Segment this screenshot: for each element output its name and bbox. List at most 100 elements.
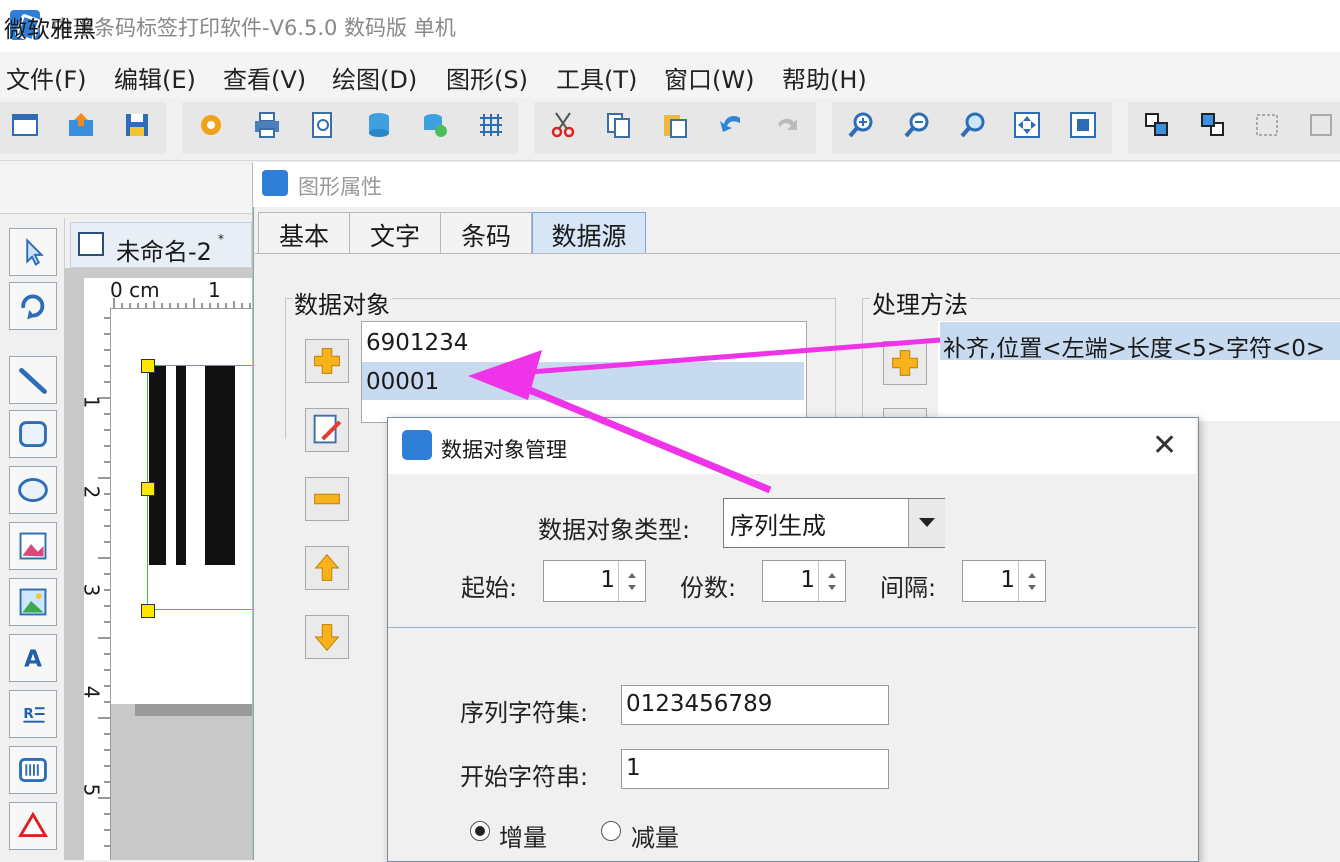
paper-shadow: [135, 704, 254, 716]
save-icon[interactable]: [122, 110, 152, 140]
zoom-icon[interactable]: [958, 110, 988, 140]
fit-page-icon[interactable]: [1012, 110, 1042, 140]
ellipse-tool-icon[interactable]: [9, 466, 57, 514]
menu-view[interactable]: 查看(V): [223, 60, 306, 95]
menu-bar: 文件(F) 编辑(E) 查看(V) 绘图(D) 图形(S) 工具(T) 窗口(W…: [0, 52, 1340, 98]
barcode-tool-icon[interactable]: [9, 746, 57, 794]
ruler-v-mark-5: 5: [79, 783, 104, 797]
barcode-bar: [149, 366, 166, 565]
settings-gear-icon[interactable]: [196, 110, 226, 140]
resize-handle-top-left[interactable]: [141, 359, 155, 373]
svg-text:A: A: [24, 647, 42, 673]
sequence-charset-label: 序列字符集:: [460, 699, 589, 727]
barcode-bar: [205, 366, 235, 565]
paste-icon[interactable]: [660, 110, 690, 140]
horizontal-ruler: 0 cm 1: [84, 278, 254, 309]
cut-icon[interactable]: [548, 110, 578, 140]
list-item[interactable]: 00001: [366, 369, 439, 395]
start-string-label: 开始字符串:: [460, 763, 589, 791]
spin-arrows-icon[interactable]: [1018, 561, 1045, 601]
undo-icon[interactable]: [716, 110, 746, 140]
increment-radio[interactable]: [470, 821, 490, 841]
menu-draw[interactable]: 绘图(D): [332, 60, 417, 95]
redo-icon[interactable]: [772, 110, 802, 140]
document-icon: [78, 232, 104, 256]
rounded-rect-tool-icon[interactable]: [9, 410, 57, 458]
dialog-divider: [388, 627, 1196, 628]
image-tool-icon[interactable]: [9, 522, 57, 570]
fit-width-icon[interactable]: [1068, 110, 1098, 140]
font-family-select[interactable]: 微软雅黑: [4, 10, 96, 44]
move-down-button[interactable]: [305, 615, 349, 659]
tab-data-source[interactable]: 数据源: [532, 212, 646, 254]
tab-basic[interactable]: 基本: [258, 212, 350, 254]
add-processing-method-button[interactable]: [883, 341, 927, 385]
interval-stepper[interactable]: 1: [962, 560, 1046, 602]
database-check-icon[interactable]: [420, 110, 450, 140]
data-object-manager-dialog: [387, 417, 1199, 862]
menu-help[interactable]: 帮助(H): [782, 60, 867, 95]
list-item[interactable]: 6901234: [366, 330, 468, 356]
print-preview-icon[interactable]: [308, 110, 338, 140]
increment-label: 增量: [499, 824, 547, 852]
database-icon[interactable]: [364, 110, 394, 140]
spin-arrows-icon[interactable]: [618, 561, 645, 601]
add-data-object-button[interactable]: [305, 339, 349, 383]
chevron-down-icon[interactable]: [908, 499, 945, 547]
open-folder-icon[interactable]: [66, 110, 96, 140]
tab-text[interactable]: 文字: [349, 212, 441, 254]
picture-tool-icon[interactable]: [9, 578, 57, 626]
move-up-button[interactable]: [305, 546, 349, 590]
properties-title-bar: [253, 162, 1340, 207]
font-bar: [0, 165, 252, 214]
window-title: 中琅条码标签打印软件-V6.5.0 数码版 单机: [52, 16, 456, 40]
interval-value: 1: [1000, 567, 1015, 593]
menu-tools[interactable]: 工具(T): [556, 60, 637, 95]
tool-palette: A R: [0, 218, 65, 860]
resize-handle-middle-left[interactable]: [141, 482, 155, 496]
bring-forward-icon[interactable]: [1142, 110, 1172, 140]
tab-barcode[interactable]: 条码: [440, 212, 532, 254]
decrement-radio[interactable]: [601, 821, 621, 841]
start-label: 起始:: [461, 574, 518, 602]
ruler-v-mark-1: 1: [79, 395, 104, 409]
zoom-in-icon[interactable]: [846, 110, 876, 140]
menu-edit[interactable]: 编辑(E): [114, 60, 196, 95]
print-icon[interactable]: [252, 110, 282, 140]
dialog-app-icon: [402, 430, 432, 460]
zoom-out-icon[interactable]: [902, 110, 932, 140]
resize-handle-bottom-left[interactable]: [141, 604, 155, 618]
delete-data-object-button[interactable]: [305, 477, 349, 521]
text-tool-icon[interactable]: A: [9, 634, 57, 682]
menu-window[interactable]: 窗口(W): [664, 60, 754, 95]
line-tool-icon[interactable]: [9, 356, 57, 404]
select-pointer-icon[interactable]: [9, 228, 57, 276]
menu-shape[interactable]: 图形(S): [446, 60, 528, 95]
ruler-v-mark-4: 4: [79, 685, 104, 699]
rotate-icon[interactable]: [9, 282, 57, 330]
interval-label: 间隔:: [880, 574, 937, 602]
document-tab-label: 未命名-2 *: [116, 232, 224, 266]
properties-window-title: 图形属性: [298, 175, 382, 199]
copy-icon[interactable]: [604, 110, 634, 140]
sequence-charset-input[interactable]: 0123456789: [621, 685, 889, 725]
group-icon[interactable]: [1252, 110, 1282, 140]
start-stepper[interactable]: 1: [543, 560, 646, 602]
start-value: 1: [600, 567, 615, 593]
copies-stepper[interactable]: 1: [762, 560, 846, 602]
close-icon[interactable]: ✕: [1152, 428, 1177, 463]
new-file-icon[interactable]: [10, 110, 40, 140]
menu-file[interactable]: 文件(F): [6, 60, 87, 95]
grid-icon[interactable]: [476, 110, 506, 140]
edit-data-object-button[interactable]: [305, 408, 349, 452]
rich-text-tool-icon[interactable]: R: [9, 690, 57, 738]
send-backward-icon[interactable]: [1198, 110, 1228, 140]
list-item[interactable]: 补齐,位置<左端>长度<5>字符<0>: [943, 329, 1325, 363]
ungroup-icon[interactable]: [1306, 110, 1336, 140]
start-string-input[interactable]: 1: [621, 749, 889, 789]
svg-text:R: R: [23, 707, 34, 722]
polygon-tool-icon[interactable]: [9, 802, 57, 850]
tabs-baseline: [255, 253, 1340, 254]
properties-window-icon: [262, 170, 288, 196]
spin-arrows-icon[interactable]: [818, 561, 845, 601]
